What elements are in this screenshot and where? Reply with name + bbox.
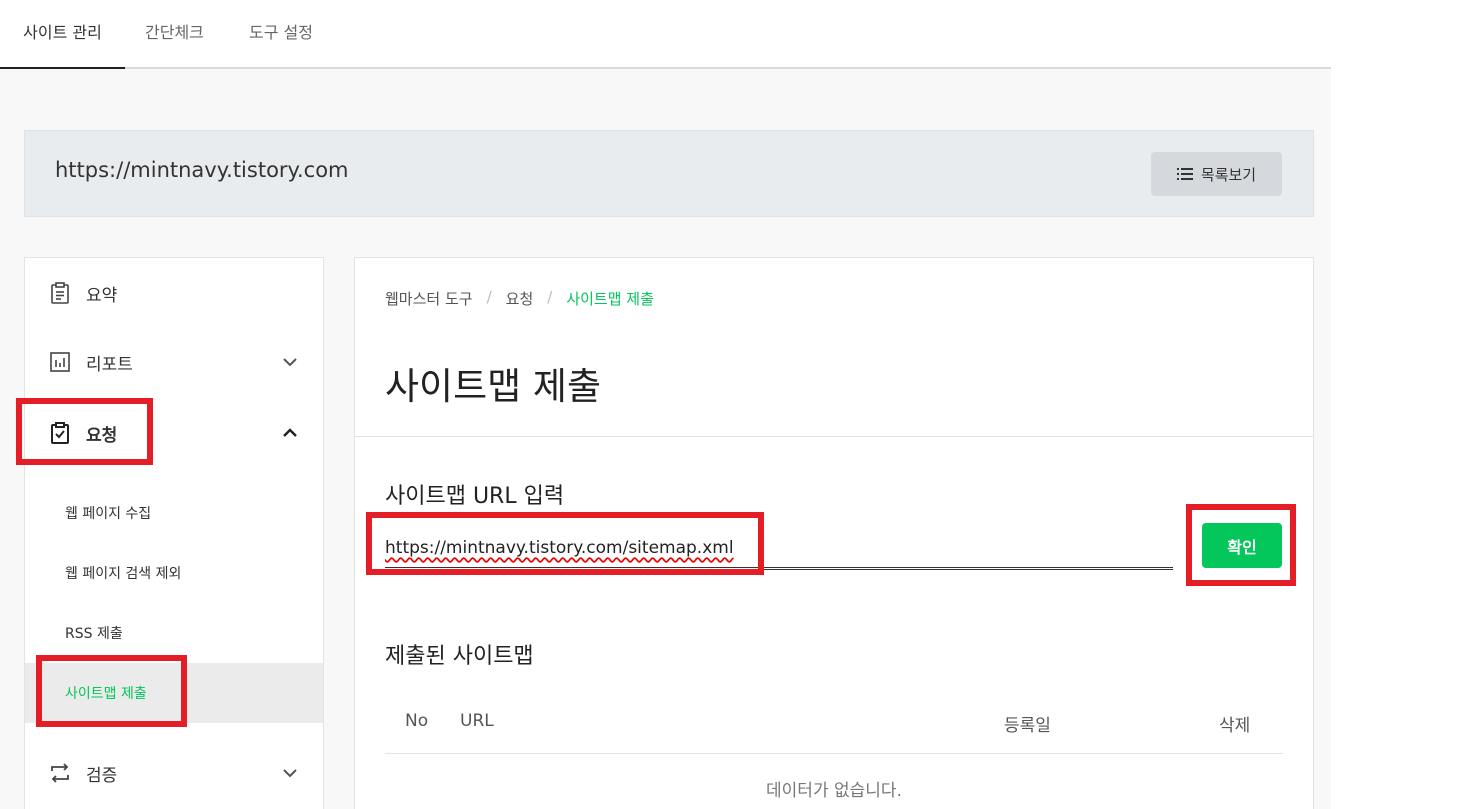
breadcrumb-separator: / <box>486 288 492 306</box>
sidebar-subitem-label: 사이트맵 제출 <box>65 686 147 702</box>
column-header-no: No <box>405 711 429 731</box>
sidebar-item-label: 요약 <box>86 285 118 306</box>
main-panel: 웹마스터 도구 / 요청 / 사이트맵 제출 사이트맵 제출 사이트맵 URL … <box>354 257 1314 809</box>
column-header-url: URL <box>460 711 494 731</box>
column-header-date: 등록일 <box>1004 716 1051 736</box>
tab-tool-settings[interactable]: 도구 설정 <box>249 0 313 67</box>
empty-table-message: 데이터가 없습니다. <box>766 781 902 801</box>
sidebar-item-request[interactable]: 요청 <box>25 410 323 456</box>
clipboard-check-icon <box>51 422 69 444</box>
chevron-down-icon <box>283 358 297 367</box>
list-icon <box>1176 168 1193 180</box>
clipboard-icon <box>51 282 69 304</box>
sidebar-subitem-rss[interactable]: RSS 제출 <box>25 603 323 663</box>
sidebar-subitem-page-exclude[interactable]: 웹 페이지 검색 제외 <box>25 543 323 603</box>
sitemap-table-header: No URL 등록일 삭제 <box>385 698 1283 754</box>
tab-quick-check[interactable]: 간단체크 <box>145 0 204 67</box>
top-tab-bar: 사이트 관리 간단체크 도구 설정 <box>0 0 1331 69</box>
column-header-delete: 삭제 <box>1219 716 1251 736</box>
sidebar-item-label: 검증 <box>86 765 118 786</box>
sidebar-item-summary[interactable]: 요약 <box>25 270 323 316</box>
tab-site-management[interactable]: 사이트 관리 <box>0 0 125 69</box>
breadcrumb-item[interactable]: 요청 <box>506 288 534 309</box>
sidebar-item-label: 요청 <box>86 425 118 446</box>
sidebar-subitem-sitemap[interactable]: 사이트맵 제출 <box>25 663 323 723</box>
sidebar-item-report[interactable]: 리포트 <box>25 339 323 385</box>
sidebar-subitem-label: 웹 페이지 검색 제외 <box>65 566 182 582</box>
list-view-label: 목록보기 <box>1200 165 1257 184</box>
repeat-icon <box>51 763 69 783</box>
breadcrumb-separator: / <box>547 288 553 306</box>
bar-chart-icon <box>50 352 70 372</box>
site-url: https://mintnavy.tistory.com <box>55 158 349 182</box>
sidebar-item-label: 리포트 <box>86 354 133 375</box>
list-view-button[interactable]: 목록보기 <box>1151 152 1282 196</box>
submitted-sitemaps-title: 제출된 사이트맵 <box>385 644 534 669</box>
sidebar-subitem-label: 웹 페이지 수집 <box>65 506 152 522</box>
confirm-button[interactable]: 확인 <box>1202 523 1282 568</box>
sidebar-subitem-label: RSS 제출 <box>65 626 123 642</box>
site-header-bar: https://mintnavy.tistory.com 목록보기 <box>24 130 1314 217</box>
sidebar-subitem-page-collect[interactable]: 웹 페이지 수집 <box>25 483 323 543</box>
sidebar: 요약 리포트 요청 웹 페이지 수집 웹 페이지 검색 제외 RSS 제출 사이… <box>24 257 324 809</box>
sidebar-item-verify[interactable]: 검증 <box>25 750 323 796</box>
sitemap-url-input[interactable]: https://mintnavy.tistory.com/sitemap.xml <box>385 526 1173 570</box>
divider <box>355 436 1313 437</box>
chevron-down-icon <box>283 769 297 778</box>
breadcrumb: 웹마스터 도구 / 요청 / 사이트맵 제출 <box>385 288 654 309</box>
chevron-up-icon <box>283 428 297 437</box>
breadcrumb-item[interactable]: 웹마스터 도구 <box>385 288 473 309</box>
sitemap-url-value: https://mintnavy.tistory.com/sitemap.xml <box>385 538 734 558</box>
sitemap-url-section-title: 사이트맵 URL 입력 <box>385 484 565 509</box>
breadcrumb-current: 사이트맵 제출 <box>566 290 654 308</box>
page-title: 사이트맵 제출 <box>385 365 602 408</box>
